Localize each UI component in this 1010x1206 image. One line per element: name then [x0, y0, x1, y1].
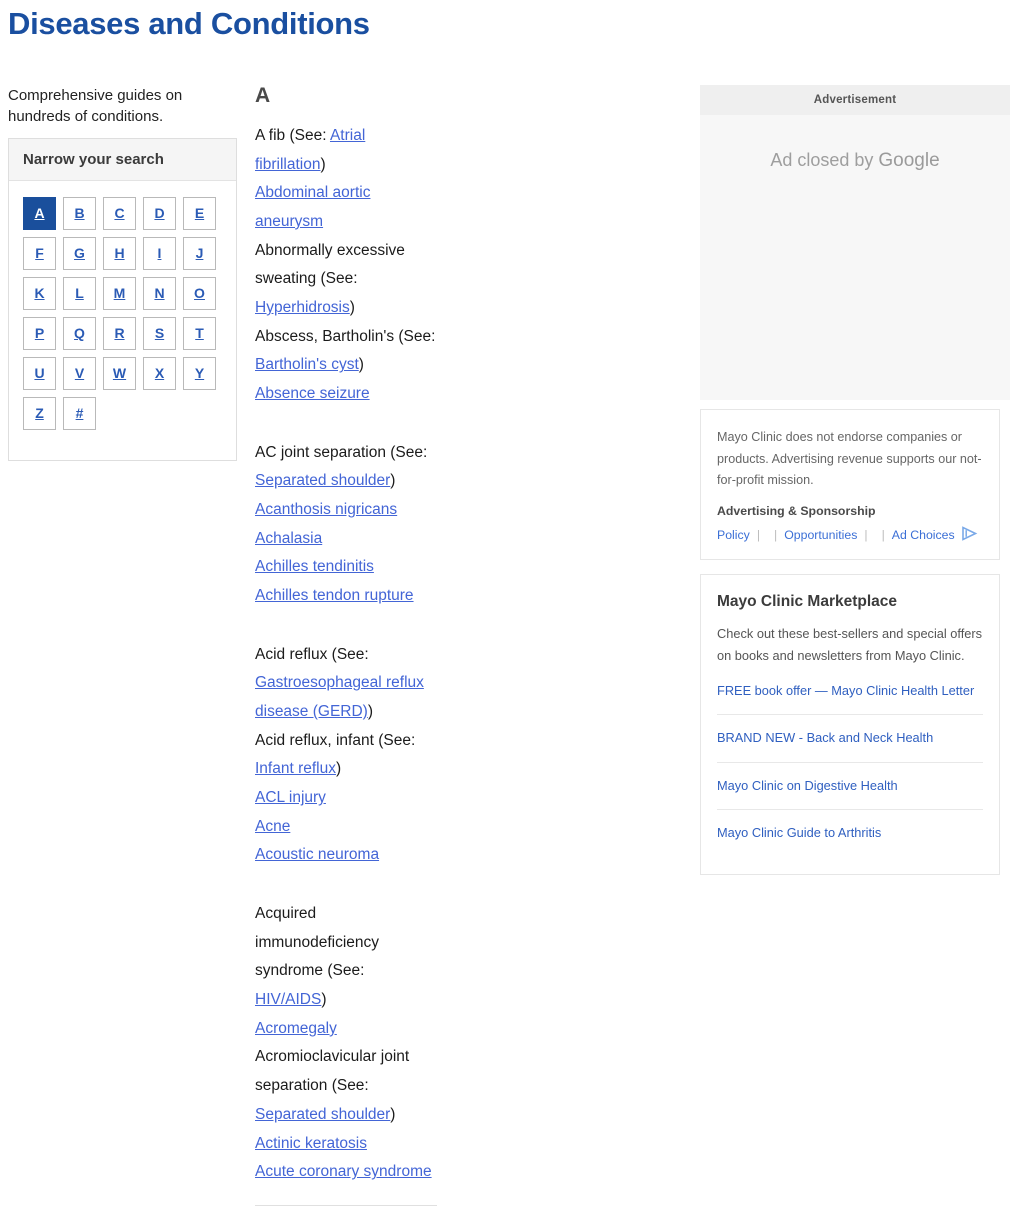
condition-entry: A fib (See: Atrial fibrillation) — [255, 122, 437, 179]
condition-link[interactable]: Separated shoulder — [255, 472, 390, 489]
link-separator: | — [881, 527, 885, 542]
right-sidebar: Advertisement Ad closed by Google Mayo C… — [700, 85, 1010, 875]
condition-entry: Acquired immunodeficiency syndrome (See:… — [255, 900, 437, 1015]
marketplace-link[interactable]: Mayo Clinic Guide to Arthritis — [717, 823, 983, 856]
ad-closed-prefix: Ad closed by — [770, 150, 879, 170]
condition-link[interactable]: Acute coronary syndrome — [255, 1163, 432, 1180]
condition-link[interactable]: Infant reflux — [255, 760, 336, 777]
condition-entry: Acid reflux, infant (See: Infant reflux) — [255, 727, 437, 784]
condition-entry: Acne — [255, 813, 437, 842]
condition-link[interactable]: Acne — [255, 818, 290, 835]
marketplace-links: FREE book offer — Mayo Clinic Health Let… — [717, 681, 983, 857]
condition-entry: Acanthosis nigricans — [255, 496, 437, 525]
condition-link[interactable]: Acromegaly — [255, 1020, 337, 1037]
condition-suffix-text: ) — [358, 356, 364, 374]
conditions-group: AC joint separation (See: Separated shou… — [255, 439, 437, 611]
condition-entry: Achilles tendinitis — [255, 553, 437, 582]
policy-link[interactable]: Policy — [717, 528, 750, 542]
condition-prefix-text: Abnormally excessive sweating (See: — [255, 241, 405, 288]
condition-suffix-text: ) — [390, 1105, 396, 1123]
condition-entry: Acid reflux (See: Gastroesophageal reflu… — [255, 641, 437, 727]
condition-prefix-text: AC joint separation (See: — [255, 443, 428, 461]
condition-entry: Acromegaly — [255, 1015, 437, 1044]
condition-entry: Achilles tendon rupture — [255, 582, 437, 611]
condition-link[interactable]: ACL injury — [255, 789, 326, 806]
condition-entry: Absence seizure — [255, 380, 437, 409]
page-title: Diseases and Conditions — [8, 6, 370, 41]
condition-entry: Acoustic neuroma — [255, 841, 437, 870]
condition-suffix-text: ) — [320, 155, 326, 173]
marketplace-description: Check out these best-sellers and special… — [717, 625, 983, 663]
condition-entry: Abdominal aortic aneurysm — [255, 179, 437, 236]
condition-suffix-text: ) — [336, 760, 342, 778]
advertisement-slot[interactable]: Ad closed by Google — [700, 115, 1010, 400]
condition-link[interactable]: Hyperhidrosis — [255, 299, 350, 316]
condition-link[interactable]: HIV/AIDS — [255, 991, 321, 1008]
condition-prefix-text: Acromioclavicular joint separation (See: — [255, 1048, 410, 1095]
ad-choices-link[interactable]: Ad Choices — [892, 528, 955, 542]
marketplace-link[interactable]: BRAND NEW - Back and Neck Health — [717, 728, 983, 763]
marketplace-box: Mayo Clinic Marketplace Check out these … — [700, 573, 1000, 875]
condition-link[interactable]: Abdominal aortic aneurysm — [255, 184, 370, 230]
condition-entry: Acromioclavicular joint separation (See:… — [255, 1043, 437, 1129]
condition-link[interactable]: Actinic keratosis — [255, 1135, 367, 1152]
conditions-group: Acquired immunodeficiency syndrome (See:… — [255, 900, 437, 1187]
link-separator: | — [756, 527, 761, 542]
condition-entry: Achalasia — [255, 525, 437, 554]
condition-link[interactable]: Bartholin's cyst — [255, 356, 359, 373]
condition-prefix-text: Acid reflux, infant (See: — [255, 731, 416, 749]
condition-entry: ACL injury — [255, 784, 437, 813]
ad-closed-brand: Google — [878, 150, 940, 171]
condition-link[interactable]: Gastroesophageal reflux disease (GERD) — [255, 674, 424, 720]
condition-suffix-text: ) — [321, 991, 327, 1009]
link-separator: | — [774, 527, 778, 542]
condition-entry: Acute coronary syndrome — [255, 1158, 437, 1187]
ad-choices-icon[interactable] — [961, 526, 978, 544]
condition-prefix-text: Acquired immunodeficiency syndrome (See: — [255, 905, 380, 980]
marketplace-link[interactable]: FREE book offer — Mayo Clinic Health Let… — [717, 681, 983, 716]
conditions-list-column: A A fib (See: Atrial fibrillation) Abdomi… — [0, 85, 437, 1206]
condition-link[interactable]: Acanthosis nigricans — [255, 501, 397, 518]
conditions-group: Acid reflux (See: Gastroesophageal reflu… — [255, 641, 437, 870]
condition-entry: Abnormally excessive sweating (See: Hype… — [255, 237, 437, 323]
condition-link[interactable]: Acoustic neuroma — [255, 846, 379, 863]
marketplace-title: Mayo Clinic Marketplace — [717, 592, 898, 610]
ad-sponsorship-subtitle: Advertising & Sponsorship — [717, 503, 876, 518]
ad-disclaimer-text: Mayo Clinic does not endorse companies o… — [717, 430, 982, 488]
condition-suffix-text: ) — [390, 472, 396, 490]
ad-closed-message: Ad closed by Google — [770, 150, 940, 171]
condition-prefix-text: Abscess, Bartholin's (See: — [255, 327, 436, 345]
conditions-group: A fib (See: Atrial fibrillation) Abdomina… — [255, 122, 437, 409]
condition-link[interactable]: Separated shoulder — [255, 1106, 390, 1123]
condition-prefix-text: A fib (See: — [255, 127, 330, 144]
condition-suffix-text: ) — [349, 299, 355, 317]
marketplace-link[interactable]: Mayo Clinic on Digestive Health — [717, 776, 983, 811]
condition-link[interactable]: Absence seizure — [255, 385, 370, 402]
opportunities-link[interactable]: Opportunities — [784, 528, 857, 542]
condition-entry: AC joint separation (See: Separated shou… — [255, 439, 437, 496]
page-columns: Comprehensive guides on hundreds of cond… — [0, 85, 1010, 1206]
advertisement-label: Advertisement — [700, 85, 1010, 115]
condition-link[interactable]: Achalasia — [255, 530, 322, 547]
ad-sponsorship-links: Policy | | Opportunities | | Ad Choices — [717, 526, 983, 544]
link-separator: | — [864, 527, 868, 542]
condition-suffix-text: ) — [367, 703, 374, 721]
condition-entry: Abscess, Bartholin's (See: Bartholin's c… — [255, 323, 437, 380]
condition-link[interactable]: Achilles tendinitis — [255, 558, 374, 575]
letter-heading: A — [255, 84, 271, 107]
advertisement-box: Advertisement Ad closed by Google — [700, 85, 1010, 400]
condition-entry: Actinic keratosis — [255, 1130, 437, 1159]
ad-disclaimer-box: Mayo Clinic does not endorse companies o… — [700, 409, 1000, 560]
condition-prefix-text: Acid reflux (See: — [255, 645, 369, 663]
condition-link[interactable]: Achilles tendon rupture — [255, 587, 414, 604]
conditions-groups: A fib (See: Atrial fibrillation) Abdomina… — [255, 122, 437, 1187]
